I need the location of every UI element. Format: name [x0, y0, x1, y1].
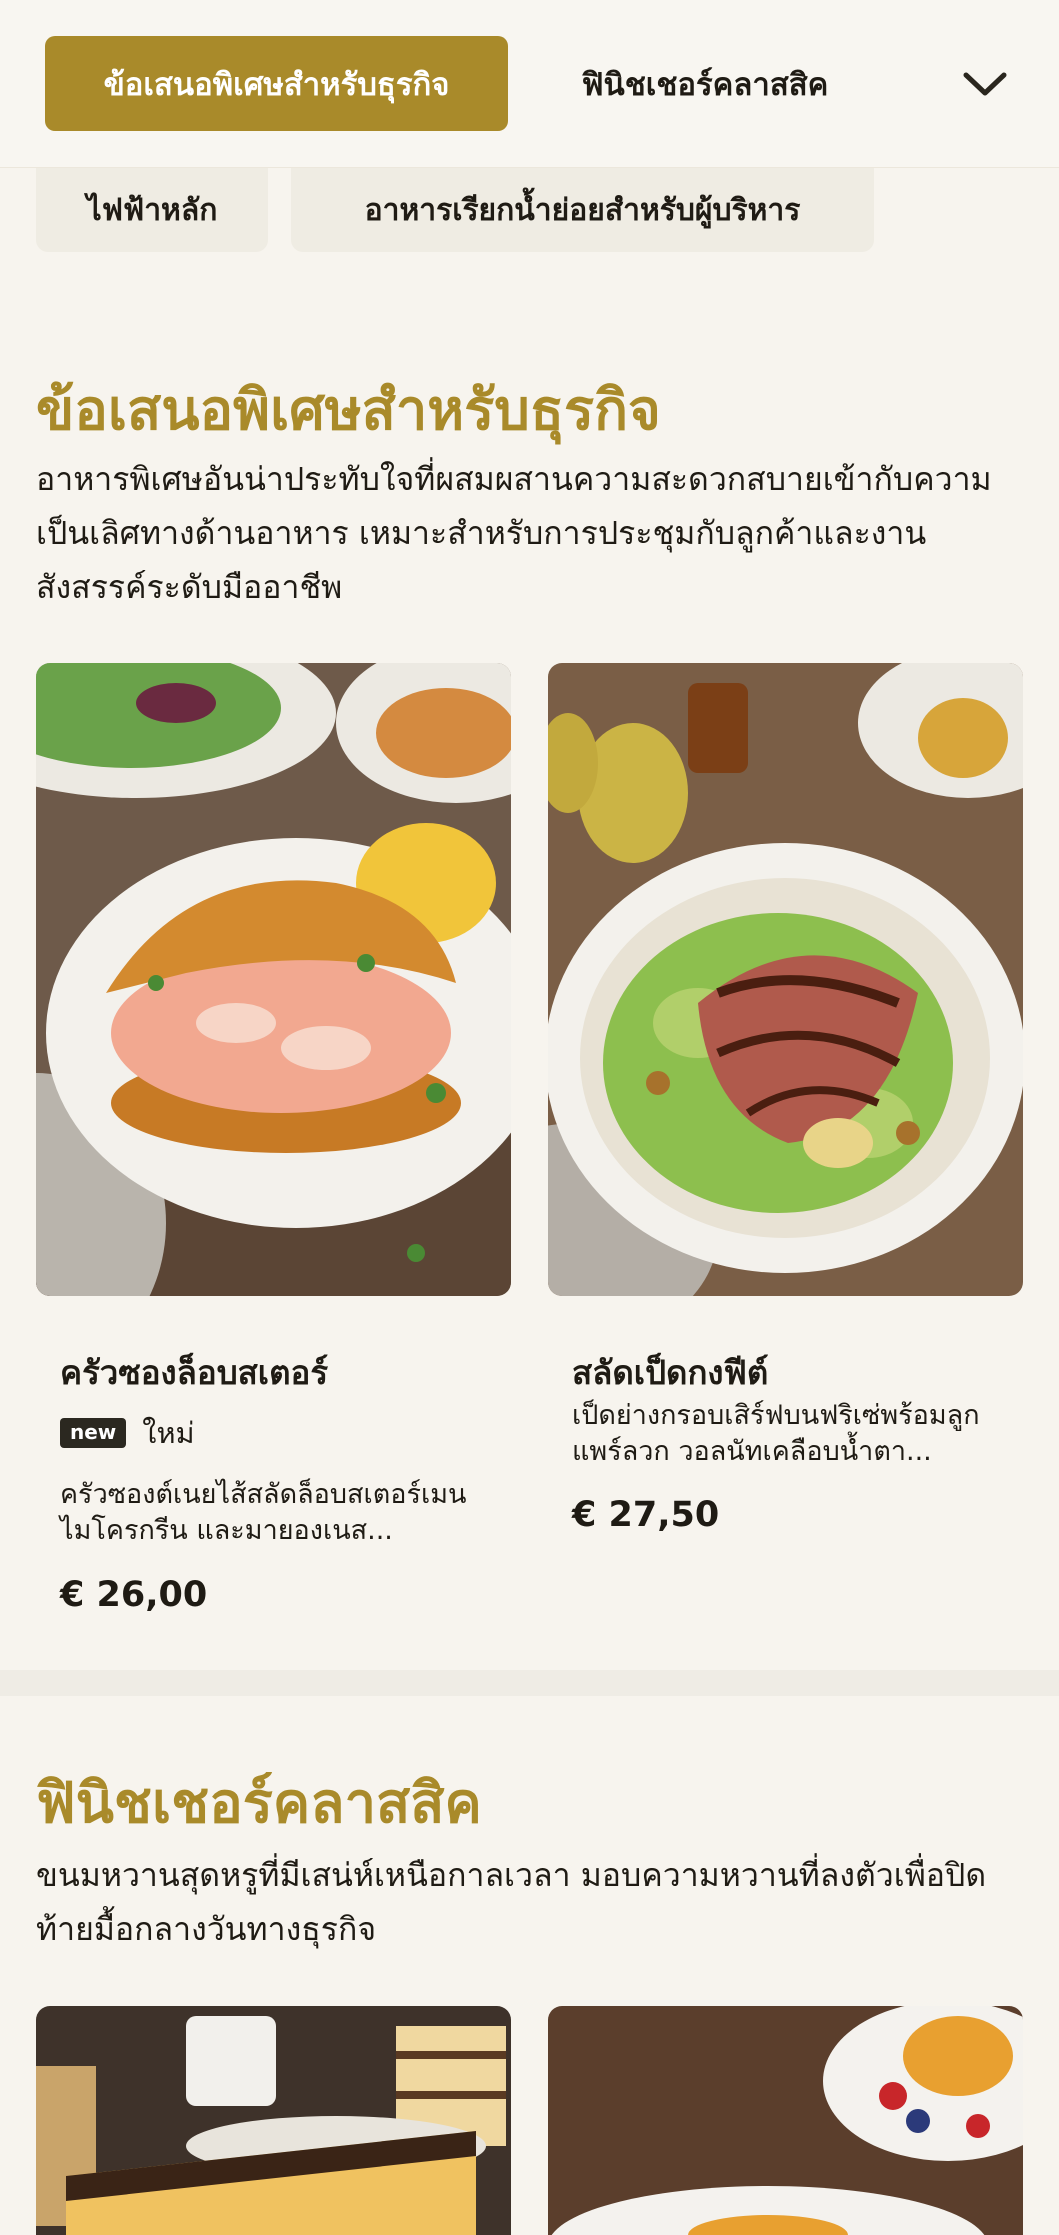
section-title-classic-finishers: ฟินิชเชอร์คลาสสิค	[36, 1771, 482, 1836]
item-description: ครัวซองต์เนยไส้สลัดล็อบสเตอร์เมน ไมโครกร…	[60, 1479, 467, 1546]
duck-confit-salad-image[interactable]	[548, 663, 1023, 1296]
new-badge-label: ใหม่	[142, 1416, 195, 1450]
category-tab-bar: ข้อเสนอพิเศษสำหรับธุรกิจ ฟินิชเชอร์คลาสส…	[0, 0, 1059, 168]
tab-main-courses[interactable]: ไฟฟ้าหลัก	[36, 168, 268, 252]
section-divider	[0, 1670, 1059, 1696]
new-badge-row: new ใหม่	[60, 1410, 195, 1456]
tab-business-specials[interactable]: ข้อเสนอพิเศษสำหรับธุรกิจ	[45, 36, 508, 131]
dessert-cake-image[interactable]	[36, 2006, 511, 2235]
new-badge: new	[60, 1418, 127, 1448]
section-title-business-specials: ข้อเสนอพิเศษสำหรับธุรกิจ	[36, 378, 661, 443]
section-description: อาหารพิเศษอันน่าประทับใจที่ผสมผสานความสะ…	[36, 460, 992, 606]
tab-classic-finishers[interactable]: ฟินิชเชอร์คลาสสิค	[540, 36, 870, 131]
item-price: € 26,00	[60, 1575, 208, 1615]
item-description: เป็ดย่างกรอบเสิร์ฟบนฟริเซ่พร้อมลูกแพร์ลว…	[572, 1400, 980, 1467]
lobster-croissant-image[interactable]	[36, 663, 511, 1296]
dessert-creme-brulee-image[interactable]	[548, 2006, 1023, 2235]
item-name[interactable]: สลัดเป็ดกงฟีต์	[572, 1346, 768, 1399]
item-price: € 27,50	[572, 1495, 720, 1535]
item-name[interactable]: ครัวซองล็อบสเตอร์	[60, 1346, 328, 1399]
tab-executive-appetizers[interactable]: อาหารเรียกน้ำย่อยสำหรับผู้บริหาร	[291, 168, 874, 252]
chevron-down-icon[interactable]	[960, 60, 1010, 110]
section-description: ขนมหวานสุดหรูที่มีเสน่ห์เหนือกาลเวลา มอบ…	[36, 1856, 987, 1948]
